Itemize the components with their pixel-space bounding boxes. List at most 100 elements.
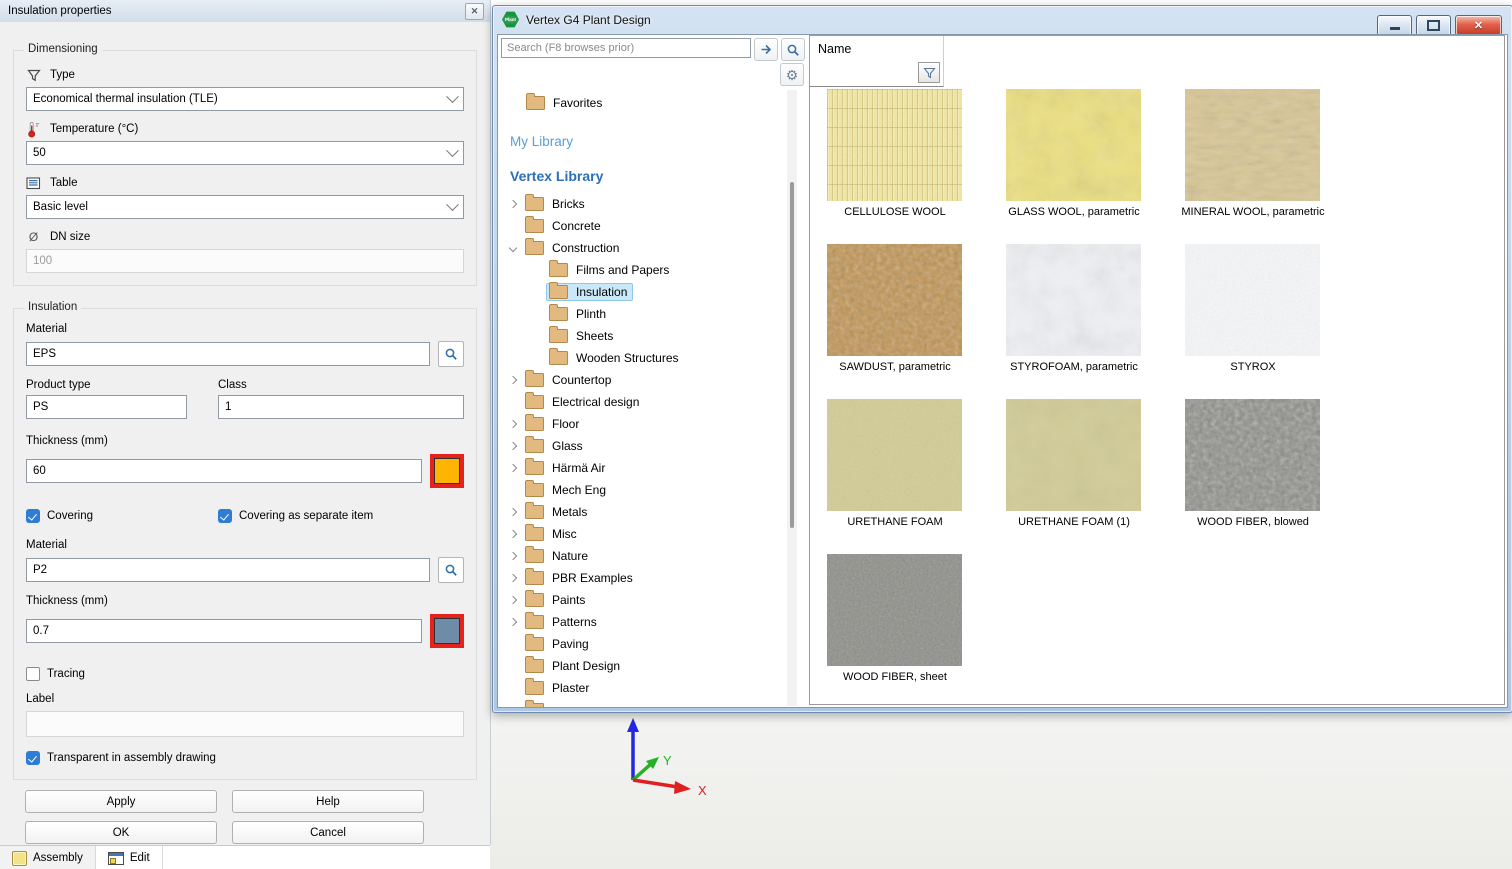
material-tile[interactable]: CELLULOSE WOOL bbox=[827, 89, 963, 244]
tree-item-floor[interactable]: Floor bbox=[504, 413, 784, 435]
tree-item-bricks[interactable]: Bricks bbox=[504, 193, 784, 215]
close-icon[interactable]: ✕ bbox=[465, 3, 484, 20]
chevron-right-icon[interactable] bbox=[509, 508, 517, 516]
tree-item-nature[interactable]: Nature bbox=[504, 545, 784, 567]
label-field bbox=[26, 711, 464, 737]
material-tile[interactable]: WOOD FIBER, blowed bbox=[1185, 399, 1321, 554]
tree-item-sheets[interactable]: Sheets bbox=[504, 325, 784, 347]
window-titlebar[interactable]: Plant Vertex G4 Plant Design bbox=[493, 6, 1512, 33]
tree-item-plaster[interactable]: Plaster bbox=[504, 677, 784, 699]
chevron-right-icon[interactable] bbox=[509, 618, 517, 626]
covering-separate-checkbox[interactable] bbox=[218, 509, 232, 523]
type-dropdown[interactable]: Economical thermal insulation (TLE) bbox=[26, 87, 464, 111]
tree-item-partial[interactable] bbox=[504, 699, 784, 707]
covering-material-search-button[interactable] bbox=[438, 557, 464, 583]
table-dropdown[interactable]: Basic level bbox=[26, 195, 464, 219]
tree-item-electrical-design[interactable]: Electrical design bbox=[504, 391, 784, 413]
tree-item-construction[interactable]: Construction bbox=[504, 237, 784, 259]
material-tile[interactable]: URETHANE FOAM (1) bbox=[1006, 399, 1142, 554]
chevron-down-icon[interactable] bbox=[509, 244, 517, 252]
product-type-field[interactable]: PS bbox=[26, 395, 187, 419]
material-thumbnail[interactable] bbox=[1006, 244, 1141, 356]
tab-assembly[interactable]: Assembly bbox=[0, 846, 96, 869]
insulation-thickness-field[interactable]: 60 bbox=[26, 459, 422, 483]
cancel-button[interactable]: Cancel bbox=[232, 821, 424, 844]
chevron-right-icon[interactable] bbox=[509, 530, 517, 538]
search-button[interactable] bbox=[781, 38, 805, 61]
chevron-right-icon[interactable] bbox=[509, 442, 517, 450]
chevron-right-icon[interactable] bbox=[509, 596, 517, 604]
tree-item-favorites[interactable]: Favorites bbox=[526, 92, 784, 114]
dialog-titlebar[interactable]: Insulation properties ✕ bbox=[0, 0, 490, 22]
insulation-color-swatch[interactable] bbox=[430, 454, 464, 488]
tree-item-paints[interactable]: Paints bbox=[504, 589, 784, 611]
folder-icon bbox=[525, 461, 544, 475]
material-thumbnail[interactable] bbox=[827, 244, 962, 356]
material-tile[interactable]: STYROFOAM, parametric bbox=[1006, 244, 1142, 399]
class-field[interactable]: 1 bbox=[218, 395, 464, 419]
tree-scrollbar[interactable] bbox=[787, 90, 797, 706]
chevron-right-icon[interactable] bbox=[509, 420, 517, 428]
tree-scrollbar-thumb[interactable] bbox=[790, 182, 794, 528]
tree-item-label: Metals bbox=[552, 505, 587, 519]
tree-item-glass[interactable]: Glass bbox=[504, 435, 784, 457]
tree-item-harma-air[interactable]: Härmä Air bbox=[504, 457, 784, 479]
my-library-heading[interactable]: My Library bbox=[510, 134, 784, 149]
help-button[interactable]: Help bbox=[232, 790, 424, 813]
column-filter-button[interactable] bbox=[918, 62, 940, 83]
chevron-right-icon[interactable] bbox=[509, 464, 517, 472]
tree-item-concrete[interactable]: Concrete bbox=[504, 215, 784, 237]
chevron-right-icon[interactable] bbox=[509, 200, 517, 208]
tree-item-patterns[interactable]: Patterns bbox=[504, 611, 784, 633]
material-thumbnail[interactable] bbox=[1185, 399, 1320, 511]
tree-item-plant-design[interactable]: Plant Design bbox=[504, 655, 784, 677]
material-search-button[interactable] bbox=[438, 341, 464, 367]
name-column-header[interactable]: Name bbox=[810, 36, 944, 87]
chevron-right-icon[interactable] bbox=[509, 574, 517, 582]
material-thumbnail[interactable] bbox=[827, 89, 962, 201]
material-tile[interactable]: MINERAL WOOL, parametric bbox=[1185, 89, 1321, 244]
material-tile[interactable]: WOOD FIBER, sheet bbox=[827, 554, 963, 708]
tree-item-pbr-examples[interactable]: PBR Examples bbox=[504, 567, 784, 589]
close-button[interactable]: ✕ bbox=[1455, 15, 1502, 36]
tree-item-films-and-papers[interactable]: Films and Papers bbox=[504, 259, 784, 281]
vertex-library-heading[interactable]: Vertex Library bbox=[510, 168, 784, 184]
maximize-button[interactable] bbox=[1416, 15, 1451, 36]
material-thumbnail[interactable] bbox=[1006, 399, 1141, 511]
material-thumbnail[interactable] bbox=[827, 399, 962, 511]
covering-material-field[interactable]: P2 bbox=[26, 558, 430, 582]
tree-item-wooden-structures[interactable]: Wooden Structures bbox=[504, 347, 784, 369]
tracing-checkbox[interactable] bbox=[26, 667, 40, 681]
minimize-button[interactable] bbox=[1377, 15, 1412, 36]
material-thumbnail[interactable] bbox=[1185, 89, 1320, 201]
transparent-checkbox[interactable] bbox=[26, 751, 40, 765]
tab-edit[interactable]: Edit bbox=[96, 846, 163, 869]
material-tile[interactable]: GLASS WOOL, parametric bbox=[1006, 89, 1142, 244]
insulation-material-field[interactable]: EPS bbox=[26, 342, 430, 366]
covering-checkbox[interactable] bbox=[26, 509, 40, 523]
material-thumbnail[interactable] bbox=[827, 554, 962, 666]
tree-item-mech-eng[interactable]: Mech Eng bbox=[504, 479, 784, 501]
go-search-button[interactable] bbox=[754, 38, 778, 61]
covering-color-swatch[interactable] bbox=[430, 614, 464, 648]
chevron-right-icon[interactable] bbox=[509, 376, 517, 384]
folder-icon bbox=[549, 307, 568, 321]
material-tile[interactable]: STYROX bbox=[1185, 244, 1321, 399]
tree-item-plinth[interactable]: Plinth bbox=[504, 303, 784, 325]
temperature-dropdown[interactable]: 50 bbox=[26, 141, 464, 165]
settings-button[interactable]: ⚙ bbox=[780, 63, 804, 86]
tree-item-metals[interactable]: Metals bbox=[504, 501, 784, 523]
material-thumbnail[interactable] bbox=[1185, 244, 1320, 356]
tree-item-insulation[interactable]: Insulation bbox=[504, 281, 784, 303]
tree-item-countertop[interactable]: Countertop bbox=[504, 369, 784, 391]
covering-thickness-field[interactable]: 0.7 bbox=[26, 619, 422, 643]
material-tile[interactable]: URETHANE FOAM bbox=[827, 399, 963, 554]
tree-item-misc[interactable]: Misc bbox=[504, 523, 784, 545]
chevron-right-icon[interactable] bbox=[509, 552, 517, 560]
material-tile[interactable]: SAWDUST, parametric bbox=[827, 244, 963, 399]
apply-button[interactable]: Apply bbox=[25, 790, 217, 813]
ok-button[interactable]: OK bbox=[25, 821, 217, 844]
tree-item-paving[interactable]: Paving bbox=[504, 633, 784, 655]
material-thumbnail[interactable] bbox=[1006, 89, 1141, 201]
search-input[interactable] bbox=[501, 38, 751, 58]
